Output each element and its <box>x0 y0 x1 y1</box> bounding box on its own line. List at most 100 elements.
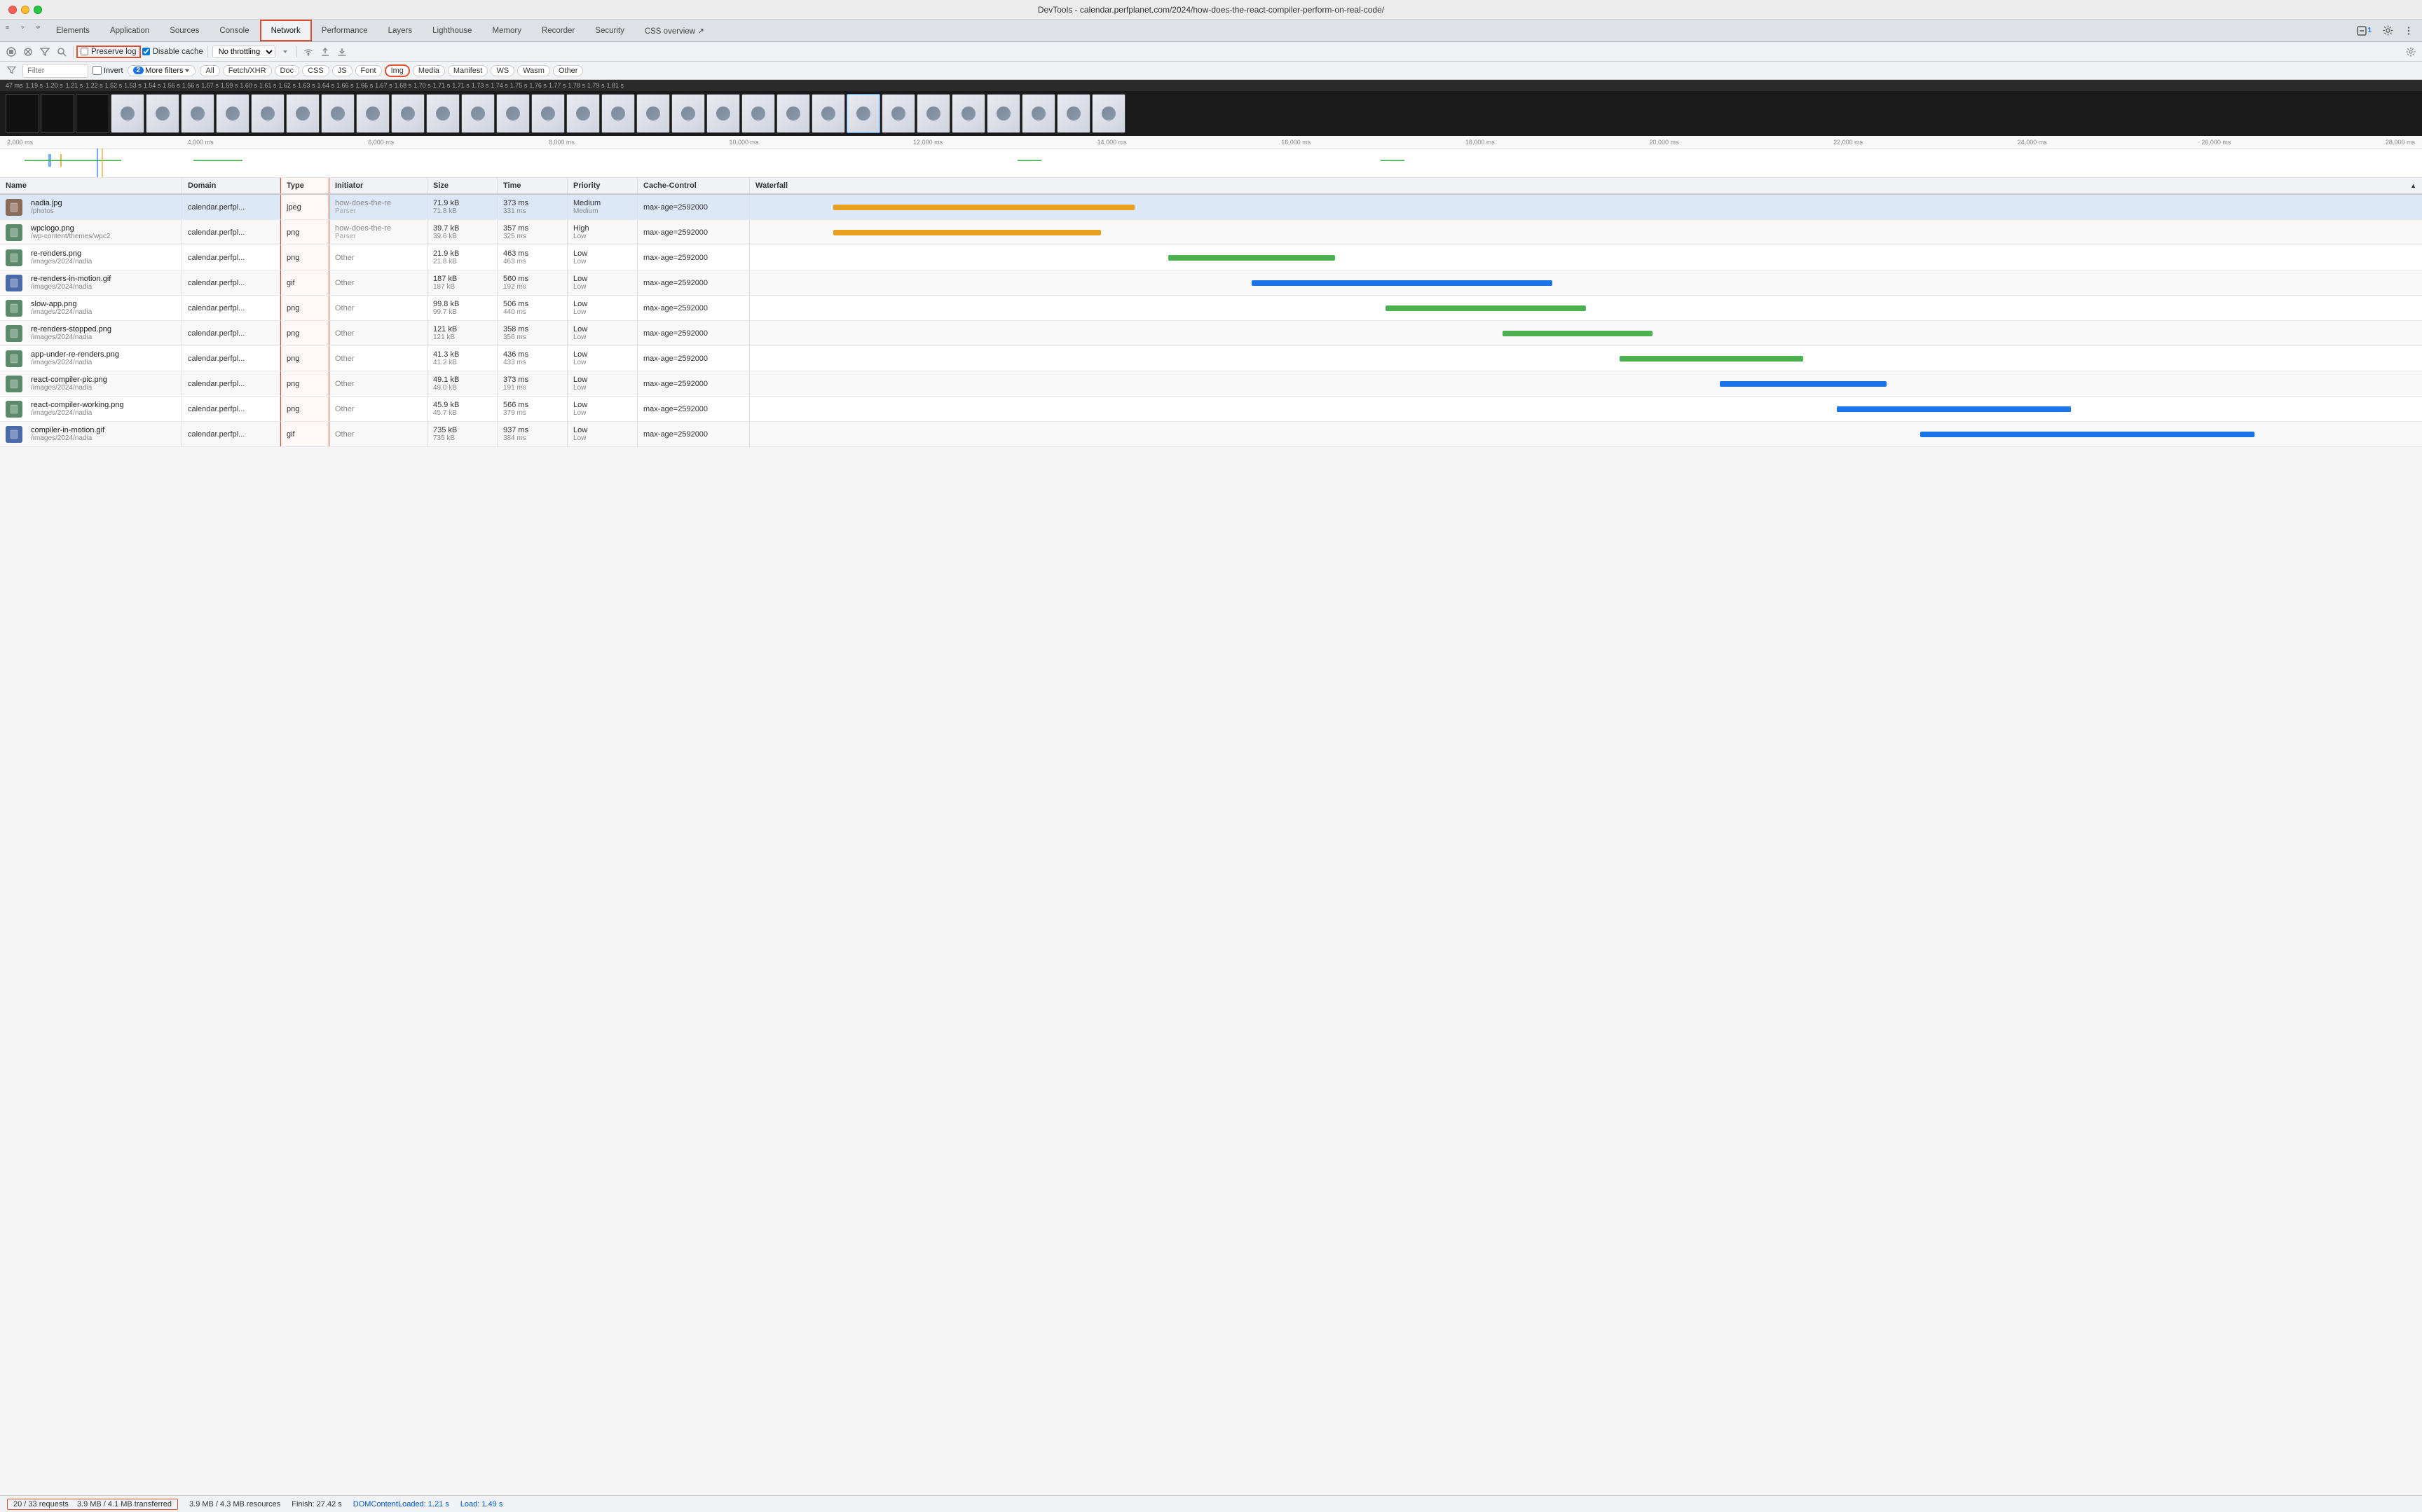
network-settings-icon[interactable] <box>2404 45 2418 59</box>
film-frame[interactable] <box>1057 94 1090 133</box>
inspect-icon[interactable] <box>15 20 31 35</box>
tab-application[interactable]: Application <box>100 20 160 41</box>
film-frame[interactable] <box>987 94 1020 133</box>
close-button[interactable] <box>8 6 17 14</box>
download-icon[interactable] <box>335 45 349 59</box>
table-row[interactable]: app-under-re-renders.png /images/2024/na… <box>0 346 2422 371</box>
film-frame[interactable] <box>391 94 425 133</box>
table-row[interactable]: slow-app.png /images/2024/nadia calendar… <box>0 296 2422 321</box>
film-frame[interactable] <box>1022 94 1055 133</box>
filter-button[interactable] <box>38 45 52 59</box>
chip-other[interactable]: Other <box>553 65 584 76</box>
disable-cache-checkbox[interactable]: Disable cache <box>142 48 203 56</box>
film-frame[interactable] <box>741 94 775 133</box>
clear-button[interactable] <box>21 45 35 59</box>
invert-checkbox[interactable]: Invert <box>93 66 123 75</box>
tab-network[interactable]: Network <box>260 20 312 41</box>
tab-memory[interactable]: Memory <box>482 20 532 41</box>
film-frame[interactable] <box>601 94 635 133</box>
throttle-dropdown-icon[interactable] <box>278 45 292 59</box>
chip-media[interactable]: Media <box>413 65 445 76</box>
filter-funnel-icon[interactable] <box>4 64 18 78</box>
film-frame-inner <box>742 95 774 132</box>
chip-font[interactable]: Font <box>355 65 382 76</box>
film-frame[interactable] <box>776 94 810 133</box>
film-frame[interactable] <box>216 94 249 133</box>
tab-performance[interactable]: Performance <box>312 20 378 41</box>
td-cache: max-age=2592000 <box>638 371 750 396</box>
tab-security[interactable]: Security <box>585 20 635 41</box>
film-frame[interactable] <box>1092 94 1126 133</box>
search-button[interactable] <box>55 45 69 59</box>
preserve-log-checkbox[interactable]: Preserve log <box>78 47 139 57</box>
tab-layers[interactable]: Layers <box>378 20 423 41</box>
settings-icon[interactable] <box>2380 23 2395 39</box>
tab-elements[interactable]: Elements <box>46 20 100 41</box>
film-frame[interactable] <box>812 94 845 133</box>
status-finish: Finish: 27.42 s <box>292 1500 342 1508</box>
td-domain: calendar.perfpl... <box>182 296 280 320</box>
waterfall-bar <box>1252 280 1552 286</box>
chip-css[interactable]: CSS <box>302 65 329 76</box>
chip-manifest[interactable]: Manifest <box>448 65 488 76</box>
upload-icon[interactable] <box>318 45 332 59</box>
tab-css-overview[interactable]: CSS overview ↗ <box>635 20 715 41</box>
film-frame[interactable] <box>146 94 179 133</box>
film-frame[interactable] <box>706 94 740 133</box>
table-row[interactable]: re-renders-in-motion.gif /images/2024/na… <box>0 270 2422 296</box>
film-frame[interactable] <box>321 94 355 133</box>
film-frame[interactable] <box>461 94 495 133</box>
table-row[interactable]: react-compiler-pic.png /images/2024/nadi… <box>0 371 2422 397</box>
film-frame[interactable] <box>671 94 705 133</box>
chip-js[interactable]: JS <box>332 65 353 76</box>
film-frame[interactable] <box>917 94 950 133</box>
film-frame[interactable] <box>286 94 320 133</box>
record-stop-button[interactable] <box>4 45 18 59</box>
tab-lighthouse[interactable]: Lighthouse <box>423 20 482 41</box>
table-row[interactable]: re-renders-stopped.png /images/2024/nadi… <box>0 321 2422 346</box>
table-row[interactable]: compiler-in-motion.gif /images/2024/nadi… <box>0 422 2422 447</box>
td-time: 560 ms 192 ms <box>498 270 568 295</box>
more-options-icon[interactable] <box>2401 23 2416 39</box>
film-frame[interactable] <box>496 94 530 133</box>
chip-wasm[interactable]: Wasm <box>517 65 550 76</box>
film-frame[interactable] <box>181 94 214 133</box>
chip-doc[interactable]: Doc <box>275 65 300 76</box>
film-frame[interactable] <box>111 94 144 133</box>
filter-input[interactable] <box>27 67 83 75</box>
film-frame[interactable] <box>6 94 39 133</box>
film-frame[interactable] <box>952 94 985 133</box>
table-row[interactable]: wpclogo.png /wp-content/themes/wpc2 cale… <box>0 220 2422 245</box>
film-frame[interactable] <box>882 94 915 133</box>
chip-img[interactable]: Img <box>385 64 410 77</box>
film-frame[interactable] <box>356 94 390 133</box>
table-row[interactable]: re-renders.png /images/2024/nadia calend… <box>0 245 2422 270</box>
devtools-menu-icon[interactable] <box>0 20 15 35</box>
more-filters-button[interactable]: 2 More filters <box>128 65 196 76</box>
tab-console[interactable]: Console <box>210 20 259 41</box>
table-row[interactable]: react-compiler-working.png /images/2024/… <box>0 397 2422 422</box>
maximize-button[interactable] <box>34 6 42 14</box>
film-frame[interactable] <box>426 94 460 133</box>
chip-fetch-xhr[interactable]: Fetch/XHR <box>223 65 272 76</box>
film-frame[interactable] <box>531 94 565 133</box>
film-frame[interactable] <box>566 94 600 133</box>
device-icon[interactable] <box>31 20 46 35</box>
film-frame-avatar <box>681 106 695 121</box>
film-frame[interactable] <box>41 94 74 133</box>
table-area[interactable]: nadia.jpg /photos calendar.perfpl...jpeg… <box>0 195 2422 1495</box>
throttle-select[interactable]: No throttling <box>212 46 275 58</box>
tab-recorder[interactable]: Recorder <box>532 20 585 41</box>
film-frame-inner <box>1058 95 1090 132</box>
film-frame[interactable] <box>251 94 285 133</box>
table-row[interactable]: nadia.jpg /photos calendar.perfpl...jpeg… <box>0 195 2422 220</box>
minimize-button[interactable] <box>21 6 29 14</box>
film-frame[interactable] <box>636 94 670 133</box>
tab-sources[interactable]: Sources <box>160 20 210 41</box>
chip-all[interactable]: All <box>200 65 219 76</box>
wifi-icon[interactable] <box>301 45 315 59</box>
chip-ws[interactable]: WS <box>491 65 514 76</box>
film-frame[interactable] <box>76 94 109 133</box>
badge-icon[interactable]: 1 <box>2354 23 2374 39</box>
film-frame[interactable] <box>847 94 880 133</box>
